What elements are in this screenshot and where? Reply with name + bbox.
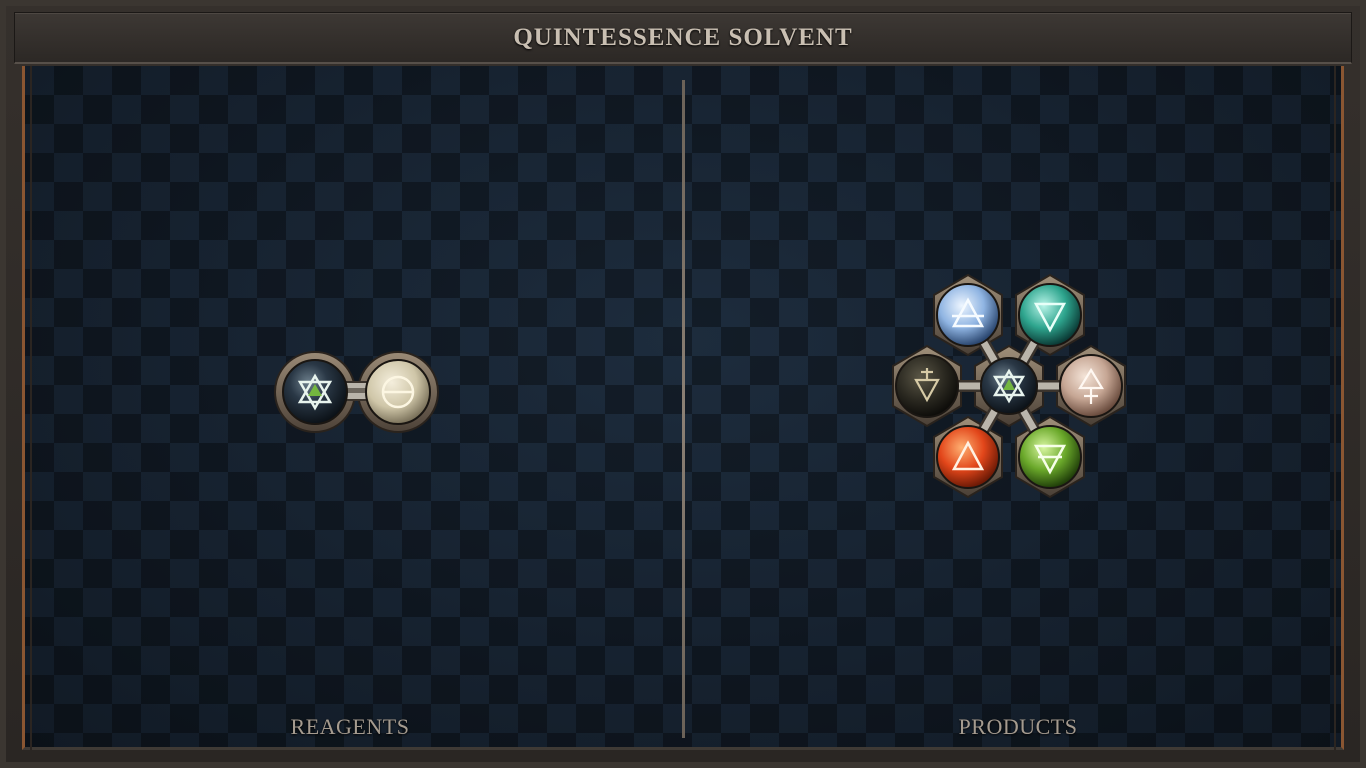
fire-atom [936,425,1000,489]
earth-atom [1018,425,1082,489]
products-label: PRODUCTS [958,714,1078,739]
panel-divider [682,80,685,738]
lead-atom [895,354,959,418]
product-molecule[interactable] [880,270,1140,516]
reagent-molecule[interactable] [270,344,450,440]
puzzle-title: QUINTESSENCE SOLVENT [513,23,853,51]
air-atom [936,283,1000,347]
quintessence-atom [980,357,1038,415]
title-bar: QUINTESSENCE SOLVENT [14,12,1352,64]
reagents-label: REAGENTS [290,714,410,739]
vitae-atom [1059,354,1123,418]
quintessence-atom [282,359,348,425]
water-atom [1018,283,1082,347]
salt-atom [365,359,431,425]
